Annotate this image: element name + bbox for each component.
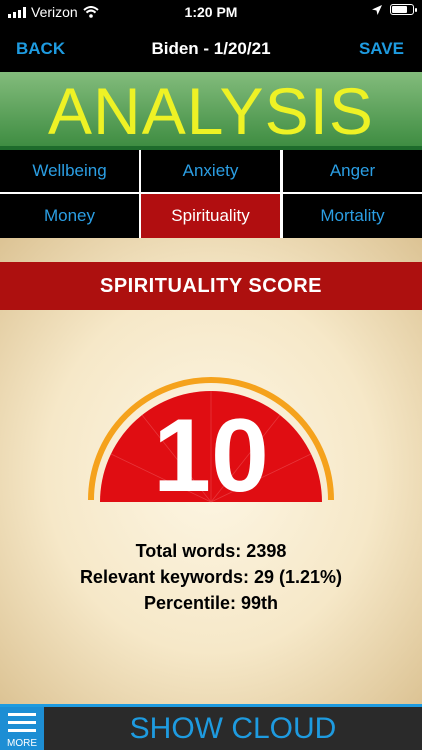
save-button[interactable]: SAVE	[359, 39, 404, 59]
category-tabs: Wellbeing Anxiety Anger Money Spirituali…	[0, 150, 422, 238]
menu-icon-line	[8, 713, 36, 716]
footer-bar: MORE SHOW CLOUD	[0, 704, 422, 750]
score-stats: Total words: 2398 Relevant keywords: 29 …	[0, 538, 422, 616]
location-icon	[372, 4, 382, 15]
tab-anger[interactable]: Anger	[283, 150, 422, 192]
total-words: Total words: 2398	[135, 541, 287, 561]
score-panel: SPIRITUALITY SCORE 10 Total words: 2398 …	[0, 238, 422, 704]
score-value: 10	[153, 398, 269, 504]
show-cloud-button[interactable]: SHOW CLOUD	[44, 707, 422, 750]
percentile: Percentile: 99th	[143, 593, 279, 613]
tab-wellbeing[interactable]: Wellbeing	[0, 150, 139, 192]
status-bar: Verizon 1:20 PM	[0, 0, 422, 26]
more-button[interactable]: MORE	[0, 707, 44, 750]
score-gauge: 10	[88, 377, 334, 504]
status-right-group	[372, 4, 417, 15]
tab-money[interactable]: Money	[0, 194, 139, 238]
tab-spirituality[interactable]: Spirituality	[141, 194, 280, 238]
clock: 1:20 PM	[184, 4, 238, 20]
nav-bar: BACK Biden - 1/20/21 SAVE	[0, 26, 422, 72]
menu-icon-line	[8, 729, 36, 732]
back-button[interactable]: BACK	[16, 39, 65, 59]
analysis-banner: ANALYSIS	[0, 72, 422, 150]
battery-icon	[390, 4, 417, 15]
more-label: MORE	[7, 738, 37, 749]
menu-icon-line	[8, 721, 36, 724]
tab-mortality[interactable]: Mortality	[283, 194, 422, 238]
banner-title: ANALYSIS	[48, 74, 374, 148]
relevant-keywords: Relevant keywords: 29 (1.21%)	[79, 567, 343, 587]
score-header: SPIRITUALITY SCORE	[0, 262, 422, 310]
tab-anxiety[interactable]: Anxiety	[141, 150, 280, 192]
